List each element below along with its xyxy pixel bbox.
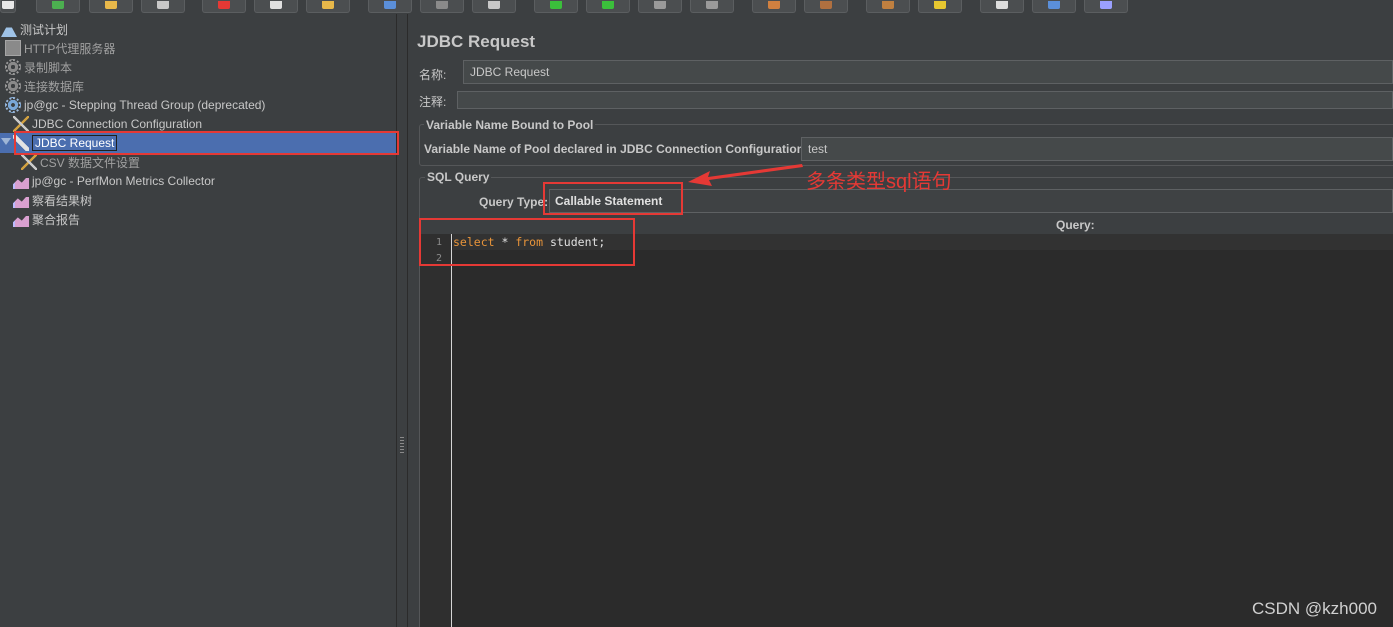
start-no-pause-icon: [602, 1, 614, 9]
tree-item-label: 录制脚本: [24, 60, 73, 75]
pool-variable-field[interactable]: test: [801, 137, 1393, 161]
tree-item-label: jp@gc - Stepping Thread Group (deprecate…: [24, 98, 266, 112]
tree-item-label: jp@gc - PerfMon Metrics Collector: [32, 174, 215, 188]
annotation-text: 多条类型sql语句: [806, 171, 952, 193]
tree-item-csv-config[interactable]: CSV 数据文件设置: [21, 153, 140, 171]
highlight-box-query: [419, 218, 635, 266]
tree-item-label: JDBC Connection Configuration: [32, 117, 203, 131]
search-button[interactable]: [866, 0, 910, 13]
config-tools-icon: [21, 154, 37, 170]
tree-item-connect-db[interactable]: 连接数据库: [5, 77, 84, 95]
tree-item-label: HTTP代理服务器: [24, 41, 116, 56]
listener-chart-icon: [13, 174, 29, 189]
clear-button[interactable]: [752, 0, 796, 13]
shutdown-icon: [706, 1, 718, 9]
annotation-arrow-icon: [688, 164, 803, 186]
templates-button[interactable]: [36, 0, 80, 13]
start-icon: [550, 1, 562, 9]
query-editor[interactable]: [420, 234, 1393, 627]
help-button[interactable]: [1032, 0, 1076, 13]
jmeter-window: 测试计划 HTTP代理服务器 录制脚本 连接数据库 jp@gc - Steppi…: [0, 0, 1393, 627]
function-helper-icon: [996, 1, 1008, 9]
tree-item-label: 测试计划: [20, 22, 69, 37]
copy-button[interactable]: [254, 0, 298, 13]
shutdown-button[interactable]: [690, 0, 734, 13]
cut-button[interactable]: [202, 0, 246, 13]
help-icon: [1048, 1, 1060, 9]
proxy-icon: [5, 40, 21, 56]
watermark: CSDN @kzh000: [1252, 599, 1377, 618]
tree-item-label: 连接数据库: [24, 79, 85, 94]
toggle-icon: [488, 1, 500, 9]
paste-button[interactable]: [306, 0, 350, 13]
highlight-box-query-type: [543, 182, 683, 215]
tree-item-http-proxy[interactable]: HTTP代理服务器: [5, 39, 115, 57]
tree-item-record-script[interactable]: 录制脚本: [5, 58, 72, 76]
save-icon: [157, 1, 169, 9]
tree-item-thread-group[interactable]: jp@gc - Stepping Thread Group (deprecate…: [5, 96, 265, 114]
flask-icon: [1, 21, 17, 37]
splitter-grip-icon[interactable]: [400, 437, 404, 453]
query-label: Query:: [1056, 218, 1095, 232]
reset-search-button[interactable]: [918, 0, 962, 13]
tree-item-test-plan[interactable]: 测试计划: [1, 20, 68, 38]
thread-group-icon: [5, 97, 21, 113]
open-icon: [105, 1, 117, 9]
start-button[interactable]: [534, 0, 578, 13]
toggle-button[interactable]: [472, 0, 516, 13]
listener-chart-icon: [13, 193, 29, 208]
save-button[interactable]: [141, 0, 185, 13]
collapse-icon: [436, 1, 448, 9]
clear-all-button[interactable]: [804, 0, 848, 13]
panel-splitter[interactable]: [396, 14, 408, 627]
config-tools-icon: [13, 116, 29, 132]
toolbar: [0, 0, 1393, 14]
cut-icon: [218, 1, 230, 9]
copy-icon: [270, 1, 282, 9]
pool-group-title: Variable Name Bound to Pool: [424, 118, 596, 132]
stop-button[interactable]: [638, 0, 682, 13]
sql-group-title: SQL Query: [425, 170, 492, 184]
start-no-pause-button[interactable]: [586, 0, 630, 13]
new-button[interactable]: [0, 0, 16, 13]
listener-chart-icon: [13, 212, 29, 227]
reset-search-icon: [934, 1, 946, 9]
tree-item-perfmon[interactable]: jp@gc - PerfMon Metrics Collector: [13, 172, 215, 190]
expand-icon: [384, 1, 396, 9]
highlight-box-tree: [14, 131, 399, 155]
remote-icon: [1100, 1, 1112, 9]
open-button[interactable]: [89, 0, 133, 13]
comment-field[interactable]: [457, 91, 1393, 109]
editor-gutter: [420, 234, 452, 627]
expand-button[interactable]: [368, 0, 412, 13]
comment-label: 注释:: [419, 95, 447, 109]
name-field[interactable]: JDBC Request: [463, 60, 1393, 84]
page-title: JDBC Request: [417, 32, 536, 51]
tree-item-label: 聚合报告: [32, 212, 81, 227]
new-icon: [2, 1, 14, 9]
gear-icon: [5, 78, 21, 94]
function-helper-button[interactable]: [980, 0, 1024, 13]
tree-item-label: 察看结果树: [32, 193, 93, 208]
chevron-down-icon[interactable]: [1, 138, 11, 145]
remote-button[interactable]: [1084, 0, 1128, 13]
pool-label: Variable Name of Pool declared in JDBC C…: [424, 142, 809, 156]
query-type-label: Query Type:: [479, 195, 549, 209]
search-icon: [882, 1, 894, 9]
tree-item-aggregate-report[interactable]: 聚合报告: [13, 210, 80, 228]
clear-icon: [768, 1, 780, 9]
tree-item-label: CSV 数据文件设置: [40, 155, 141, 170]
gear-icon: [5, 59, 21, 75]
paste-icon: [322, 1, 334, 9]
tree-item-view-results-tree[interactable]: 察看结果树: [13, 191, 92, 209]
clear-all-icon: [820, 1, 832, 9]
templates-icon: [52, 1, 64, 9]
stop-icon: [654, 1, 666, 9]
name-label: 名称:: [419, 68, 447, 82]
collapse-button[interactable]: [420, 0, 464, 13]
